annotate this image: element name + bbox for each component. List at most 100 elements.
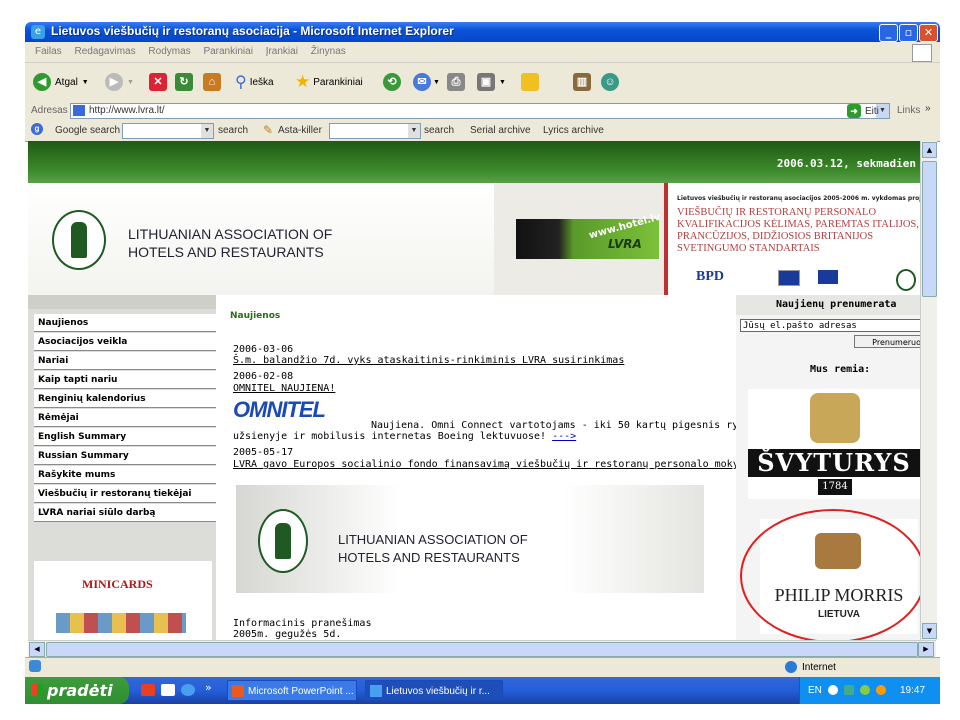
bpd-logo: BPD <box>696 269 724 284</box>
search-icon: ⚲ <box>235 74 247 91</box>
lt-flag-icon <box>818 270 838 284</box>
hotel-lv-banner[interactable]: www.hotel.lv LVRA <box>516 212 662 259</box>
news-date-3: 2005-05-17 <box>233 447 294 458</box>
back-button[interactable]: ◀ Atgal ▼ <box>33 71 89 93</box>
home-button[interactable]: ⌂ <box>203 71 221 93</box>
start-button[interactable]: pradėti <box>25 677 129 704</box>
folder-button[interactable] <box>521 71 539 93</box>
clock: 19:47 <box>900 685 926 696</box>
menu-view[interactable]: Rodymas <box>148 46 190 57</box>
scroll-left-icon[interactable]: ◀ <box>29 642 45 657</box>
scroll-right-icon[interactable]: ▶ <box>918 642 934 657</box>
quicklaunch-chevron-icon[interactable]: » <box>205 681 212 694</box>
maximize-button[interactable]: ▫ <box>899 24 918 42</box>
research-button[interactable]: ▥ <box>573 71 591 93</box>
lyrics-archive-link[interactable]: Lyrics archive <box>543 125 604 136</box>
nav-kaip-tapti-nariu[interactable]: Kaip tapti nariu <box>34 371 216 389</box>
nav-tiekejai[interactable]: Viešbučių ir restoranų tiekėjai <box>34 485 216 503</box>
scroll-thumb-vertical[interactable] <box>922 161 937 297</box>
nav-rasykite-mums[interactable]: Rašykite mums <box>34 466 216 484</box>
project-banner[interactable]: Lietuvos viešbučių ir restoranų asociaci… <box>668 183 929 295</box>
asta-killer-label[interactable]: Asta-killer <box>278 125 322 136</box>
task-ie-window[interactable]: Lietuvos viešbučių ir r... <box>365 680 503 701</box>
forward-dropdown-icon[interactable]: ▼ <box>127 79 134 86</box>
horizontal-scrollbar[interactable]: ◀ ▶ <box>28 640 936 657</box>
news-link-1[interactable]: Š.m. balandžio 7d. vyks ataskaitinis-rin… <box>233 355 624 366</box>
nav-nariai[interactable]: Nariai <box>34 352 216 370</box>
nav-remejai[interactable]: Rėmėjai <box>34 409 216 427</box>
menu-file[interactable]: Failas <box>35 46 62 57</box>
news-link-2[interactable]: OMNITEL NAUJIENA! <box>233 383 335 394</box>
minimize-button[interactable]: _ <box>879 24 898 42</box>
tray-app-icon-3[interactable] <box>860 685 870 695</box>
asta-icon: ✎ <box>263 123 274 137</box>
scroll-up-icon[interactable]: ▲ <box>922 142 937 158</box>
taskbar: pradėti » Microsoft PowerPoint ... Lietu… <box>25 677 940 704</box>
window-title-bar[interactable]: e Lietuvos viešbučių ir restoranų asocia… <box>25 22 940 42</box>
asta-search-input[interactable] <box>329 123 421 139</box>
refresh-button[interactable]: ↻ <box>175 71 193 93</box>
messenger-button[interactable]: ☺ <box>601 71 619 93</box>
google-search-button[interactable]: search <box>218 125 248 136</box>
tray-app-icon-2[interactable] <box>844 685 854 695</box>
star-icon: ★ <box>295 72 311 91</box>
chevron-right-icon[interactable]: » <box>925 103 931 114</box>
svyturys-logo[interactable]: ŠVYTURYS 1784 <box>748 389 920 499</box>
nav-naujienos[interactable]: Naujienos <box>34 314 216 332</box>
print-button[interactable]: ⎙ <box>447 71 465 93</box>
forward-arrow-icon: ▶ <box>105 73 123 91</box>
folder-icon <box>521 73 539 91</box>
forward-button[interactable]: ▶ ▼ <box>105 71 134 93</box>
omnitel-news-text: užsienyje ir mobilusis internetas Boeing… <box>233 431 577 442</box>
window-title: Lietuvos viešbučių ir restoranų asociaci… <box>51 24 454 38</box>
omnitel-more-link[interactable]: ---> <box>552 431 576 442</box>
nav-english-summary[interactable]: English Summary <box>34 428 216 446</box>
nav-asociacijos-veikla[interactable]: Asociacijos veikla <box>34 333 216 351</box>
banner-association-name: LITHUANIAN ASSOCIATION OF HOTELS AND RES… <box>338 532 528 565</box>
menu-help[interactable]: Žinynas <box>311 46 346 57</box>
serial-archive-link[interactable]: Serial archive <box>470 125 531 136</box>
menu-edit[interactable]: Redagavimas <box>74 46 135 57</box>
nav-renginiu-kalendorius[interactable]: Renginių kalendorius <box>34 390 216 408</box>
links-label[interactable]: Links <box>897 105 920 116</box>
menu-tools[interactable]: Įrankiai <box>266 46 298 57</box>
google-search-input[interactable] <box>122 123 214 139</box>
outlook-quicklaunch-icon[interactable] <box>141 684 155 696</box>
vertical-scrollbar[interactable]: ▲ ▼ <box>920 141 937 640</box>
omnitel-logo[interactable]: OMNITEL <box>233 397 368 427</box>
mail-button[interactable]: ✉ ▼ <box>413 71 440 93</box>
edit-button[interactable]: ▣ ▼ <box>477 71 506 93</box>
nav-russian-summary[interactable]: Russian Summary <box>34 447 216 465</box>
task-powerpoint[interactable]: Microsoft PowerPoint ... <box>227 680 357 701</box>
nav-nariai-siulo-darba[interactable]: LVRA nariai siūlo darbą <box>34 504 216 522</box>
news-heading: Naujienos <box>230 311 281 321</box>
language-indicator[interactable]: EN <box>808 677 822 704</box>
back-dropdown-icon[interactable]: ▼ <box>82 79 89 86</box>
tray-app-icon-1[interactable] <box>828 685 838 695</box>
search-button[interactable]: ⚲ Ieška <box>235 71 274 93</box>
address-input[interactable]: http://www.lvra.lt/ ▼ <box>70 103 890 119</box>
address-bar: Adresas http://www.lvra.lt/ ▼ ➜ Eiti Lin… <box>25 101 940 122</box>
scroll-thumb-horizontal[interactable] <box>46 642 918 657</box>
tray-app-icon-4[interactable] <box>876 685 886 695</box>
scroll-down-icon[interactable]: ▼ <box>922 623 937 639</box>
ie-quicklaunch-icon[interactable] <box>181 684 195 696</box>
close-button[interactable]: ✕ <box>919 24 938 42</box>
sponsors-title: Mus remia: <box>810 364 871 375</box>
history-button[interactable]: ⟲ <box>383 71 401 93</box>
menu-favorites[interactable]: Parankiniai <box>203 46 252 57</box>
favorites-button[interactable]: ★ Parankiniai <box>295 71 363 93</box>
left-navigation: Naujienos Asociacijos veikla Nariai Kaip… <box>28 295 216 640</box>
history-icon: ⟲ <box>383 73 401 91</box>
subscribe-button[interactable]: Prenumeruo <box>854 335 924 348</box>
asta-search-button[interactable]: search <box>424 125 454 136</box>
zone-label: Internet <box>802 662 836 673</box>
info-title: Informacinis pranešimas <box>233 618 372 629</box>
stop-button[interactable]: ✕ <box>149 71 167 93</box>
go-button[interactable]: ➜ Eiti <box>847 104 879 118</box>
windows-flag-icon <box>912 44 932 62</box>
news-link-3[interactable]: LVRA gavo Europos socialinio fondo finan… <box>233 459 769 470</box>
word-quicklaunch-icon[interactable] <box>161 684 175 696</box>
minicards-banner[interactable]: MINICARDS <box>34 561 212 640</box>
email-input[interactable] <box>740 319 926 332</box>
